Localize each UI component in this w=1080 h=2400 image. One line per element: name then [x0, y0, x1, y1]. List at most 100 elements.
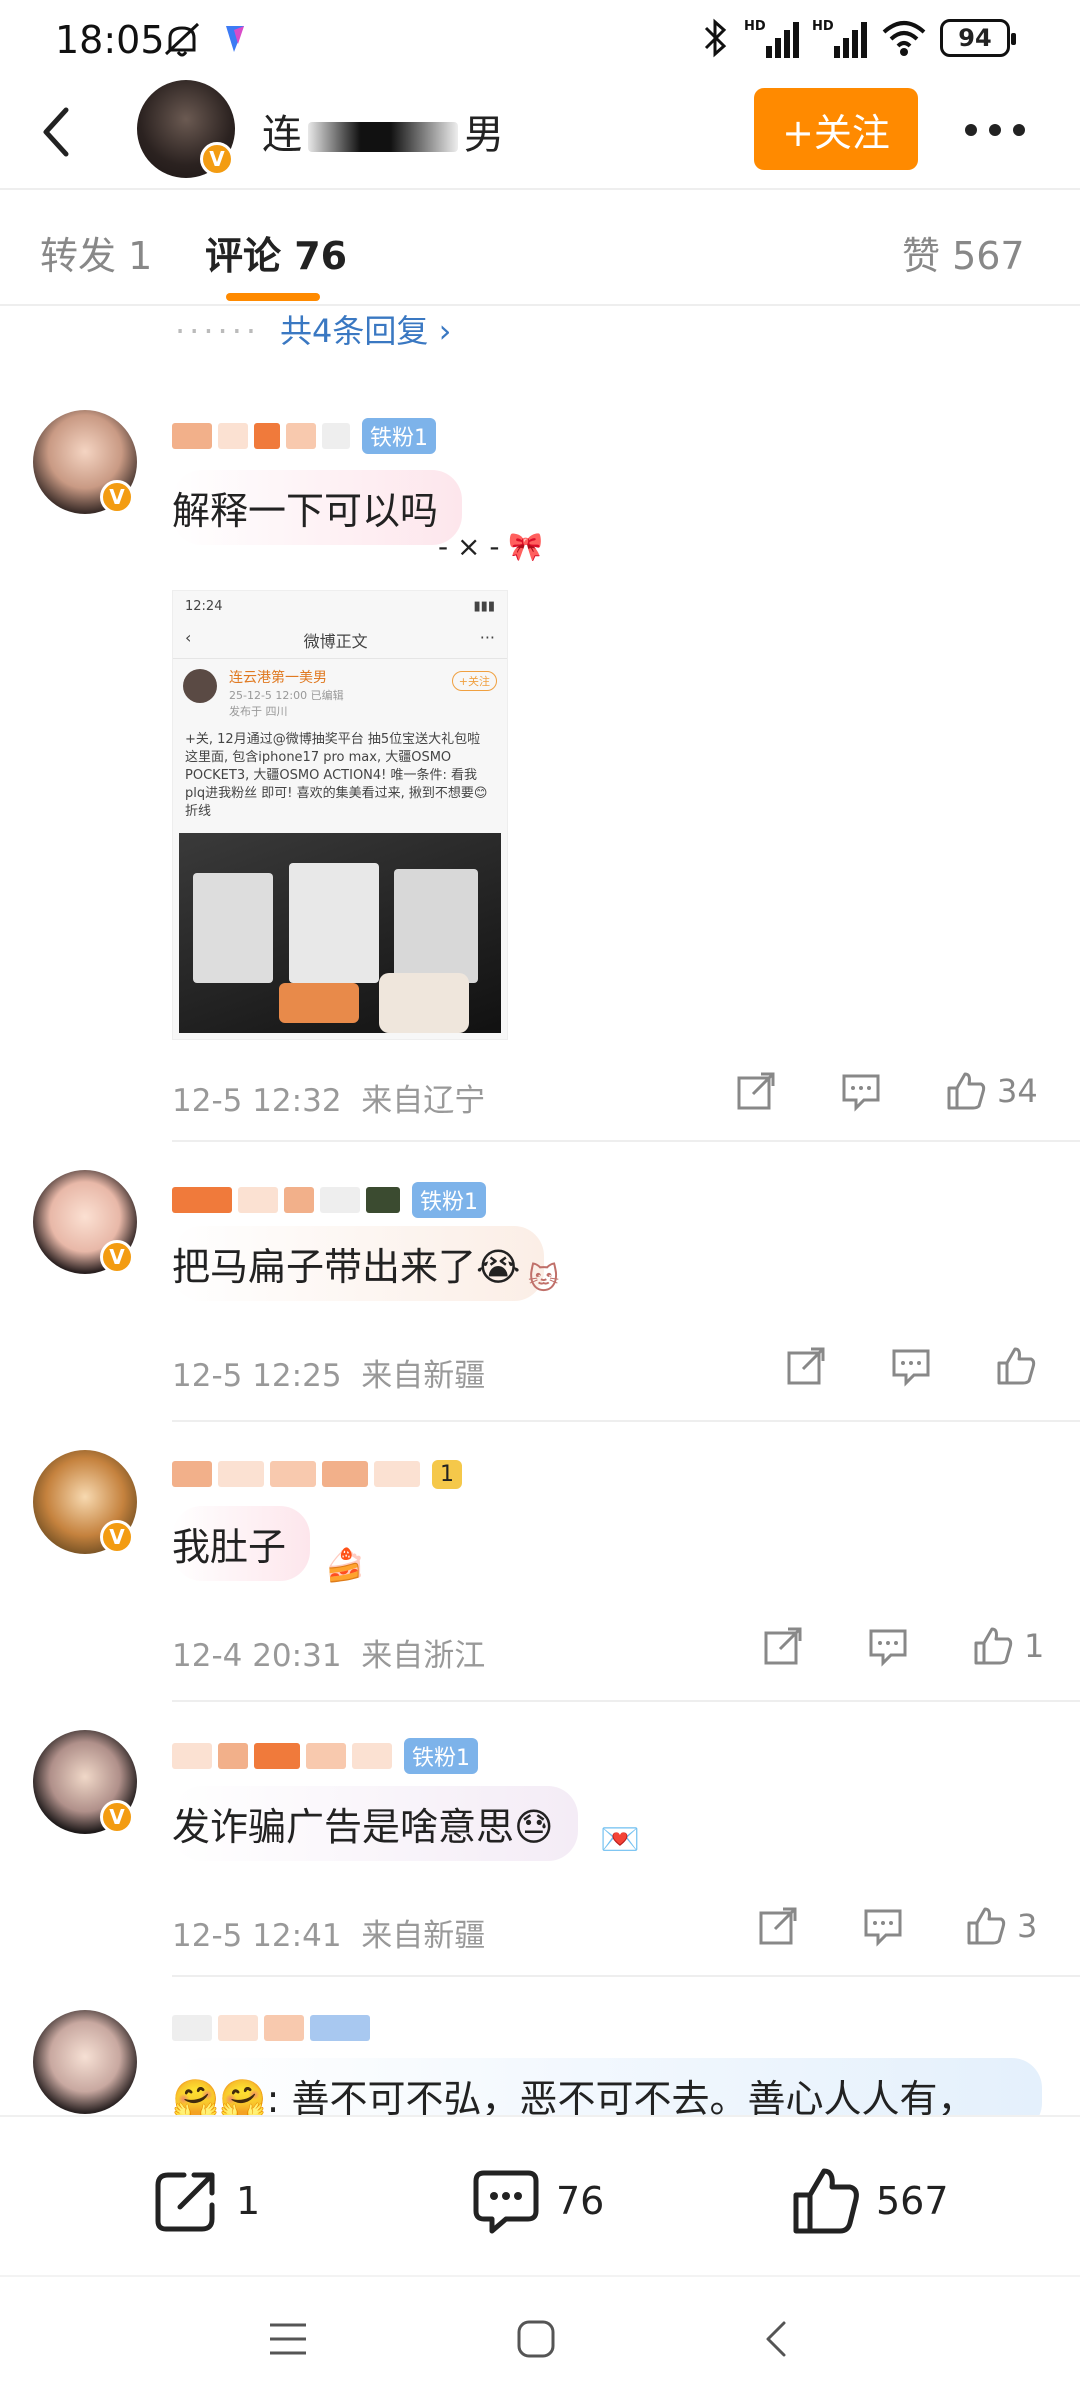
comment-location: 来自新疆 [361, 1358, 486, 1394]
comment-count: 76 [556, 2179, 605, 2223]
share-icon[interactable] [762, 1625, 804, 1667]
like-post-button[interactable]: 567 [790, 2165, 949, 2237]
like-button[interactable] [995, 1345, 1037, 1387]
comment-meta: 12-5 12:32 来自辽宁 [172, 1075, 485, 1120]
share-icon[interactable] [735, 1070, 777, 1112]
bow-sticker-icon: - × - 🎀 [438, 530, 544, 563]
svg-text:HD: HD [812, 19, 834, 34]
verified-badge-icon: V [100, 1240, 134, 1274]
like-count: 34 [997, 1072, 1038, 1110]
comment-text: 解释一下可以吗 [172, 470, 463, 545]
commenter-name[interactable]: 铁粉1 [172, 1738, 478, 1774]
author-name-start: 连 [262, 112, 302, 158]
active-tab-indicator [226, 293, 320, 301]
battery-icon: 94 [940, 19, 1016, 57]
share-icon[interactable] [785, 1345, 827, 1387]
shot-back-icon: ‹ [185, 628, 192, 647]
post-header: V 连男 +关注 [0, 80, 1080, 190]
shot-photo [179, 833, 501, 1033]
commenter-name[interactable]: 铁粉1 [172, 1182, 486, 1218]
comment-divider [172, 1700, 1080, 1702]
comment-icon [473, 2170, 539, 2234]
comment-text: 把马扁子带出来了😭 [172, 1226, 545, 1301]
signal-icon-2: HD [812, 19, 867, 58]
commenter-name[interactable]: 1 [172, 1456, 462, 1492]
tabs-divider [0, 304, 1080, 306]
comment-time: 12-5 12:32 [172, 1083, 342, 1119]
shot-avatar [183, 669, 217, 703]
comment-meta: 12-4 20:31 来自浙江 [172, 1630, 485, 1675]
comment-text: 我肚子 [172, 1506, 311, 1581]
cake-sticker-icon: 🍰 [325, 1546, 365, 1584]
thumbs-up-icon [947, 1072, 986, 1110]
verified-badge-icon: V [200, 142, 234, 176]
post-like-count: 567 [876, 2179, 949, 2223]
signal-icon: HD [744, 19, 799, 58]
verified-badge-icon: V [100, 480, 134, 514]
shot-body: +关, 12月通过@微博抽奖平台 抽5位宝送大礼包啦 这里面, 包含iphone… [185, 732, 488, 819]
back-arrow-icon[interactable] [32, 102, 82, 162]
like-count: 3 [1017, 1907, 1038, 1945]
tab-comments[interactable]: 评论 76 [205, 225, 347, 280]
wifi-icon [882, 21, 926, 56]
header-divider [0, 188, 1080, 190]
menu-icon[interactable] [268, 2321, 308, 2357]
commenter-name[interactable] [172, 2010, 370, 2046]
comment-meta: 12-5 12:25 来自新疆 [172, 1350, 485, 1395]
nav-back-icon[interactable] [760, 2319, 790, 2359]
commenter-name[interactable]: 铁粉1 [172, 418, 436, 454]
fan-badge: 1 [432, 1459, 462, 1489]
name-mosaic [308, 122, 458, 152]
comment-image[interactable]: 12:24 ▮▮▮ ‹ 微博正文 ··· 连云港第一美男 25-12-5 12:0… [172, 590, 508, 1040]
dots-icon: ······ [175, 312, 261, 350]
home-icon[interactable] [516, 2319, 556, 2359]
reply-icon[interactable] [890, 1345, 932, 1387]
comment-divider [172, 1420, 1080, 1422]
shot-status-icon: ▮▮▮ [473, 599, 495, 614]
thumbs-up-icon [974, 1627, 1013, 1665]
status-time: 18:05 [55, 18, 165, 62]
reply-icon[interactable] [840, 1070, 882, 1112]
gift-sticker-icon: 💌 [600, 1820, 640, 1858]
thumbs-up-icon [967, 1907, 1006, 1945]
comment-time: 12-5 12:25 [172, 1358, 342, 1394]
shot-meta: 25-12-5 12:00 已编辑 [229, 689, 344, 702]
cat-sticker-icon: 🐱 [528, 1262, 560, 1297]
comment-time: 12-4 20:31 [172, 1638, 342, 1674]
svg-text:HD: HD [744, 19, 766, 34]
system-nav-bar [0, 2275, 1080, 2400]
reply-icon[interactable] [862, 1905, 904, 1947]
status-icons: HD HD 94 [698, 16, 1016, 60]
thumbs-up-icon [793, 2168, 859, 2234]
mute-icon [164, 22, 200, 57]
verified-badge-icon: V [100, 1800, 134, 1834]
like-button[interactable]: 3 [965, 1905, 1037, 1947]
reply-icon[interactable] [867, 1625, 909, 1667]
commenter-avatar[interactable] [33, 2010, 137, 2114]
fan-badge: 铁粉1 [404, 1738, 478, 1774]
comment-divider [172, 1975, 1080, 1977]
follow-button[interactable]: +关注 [754, 88, 918, 170]
tab-reposts[interactable]: 转发 1 [40, 225, 152, 280]
repost-button[interactable]: 1 [150, 2165, 260, 2237]
comment-button[interactable]: 76 [470, 2165, 604, 2237]
thumbs-up-icon [997, 1347, 1036, 1385]
shot-title: 微博正文 [303, 632, 368, 651]
comment-location: 来自辽宁 [361, 1083, 486, 1119]
author-name[interactable]: 连男 [262, 102, 504, 160]
view-replies-link[interactable]: ······ 共4条回复 › [175, 306, 451, 352]
comment-divider [172, 1140, 1080, 1142]
share-icon[interactable] [757, 1905, 799, 1947]
like-button[interactable]: 34 [945, 1070, 1038, 1112]
view-replies-label: 共4条回复 › [280, 312, 452, 350]
repost-count: 1 [236, 2179, 261, 2223]
repost-icon [155, 2172, 215, 2232]
comment-text: 发诈骗广告是啥意思😓 [172, 1786, 578, 1861]
shot-place: 发布于 四川 [229, 705, 288, 718]
tab-bar: 转发 1 评论 76 赞 567 [0, 215, 1080, 305]
shot-follow: +关注 [451, 671, 497, 691]
author-name-end: 男 [464, 112, 504, 158]
tab-likes[interactable]: 赞 567 [902, 225, 1025, 280]
more-options-icon[interactable] [965, 124, 1025, 138]
like-button[interactable]: 1 [972, 1625, 1044, 1667]
